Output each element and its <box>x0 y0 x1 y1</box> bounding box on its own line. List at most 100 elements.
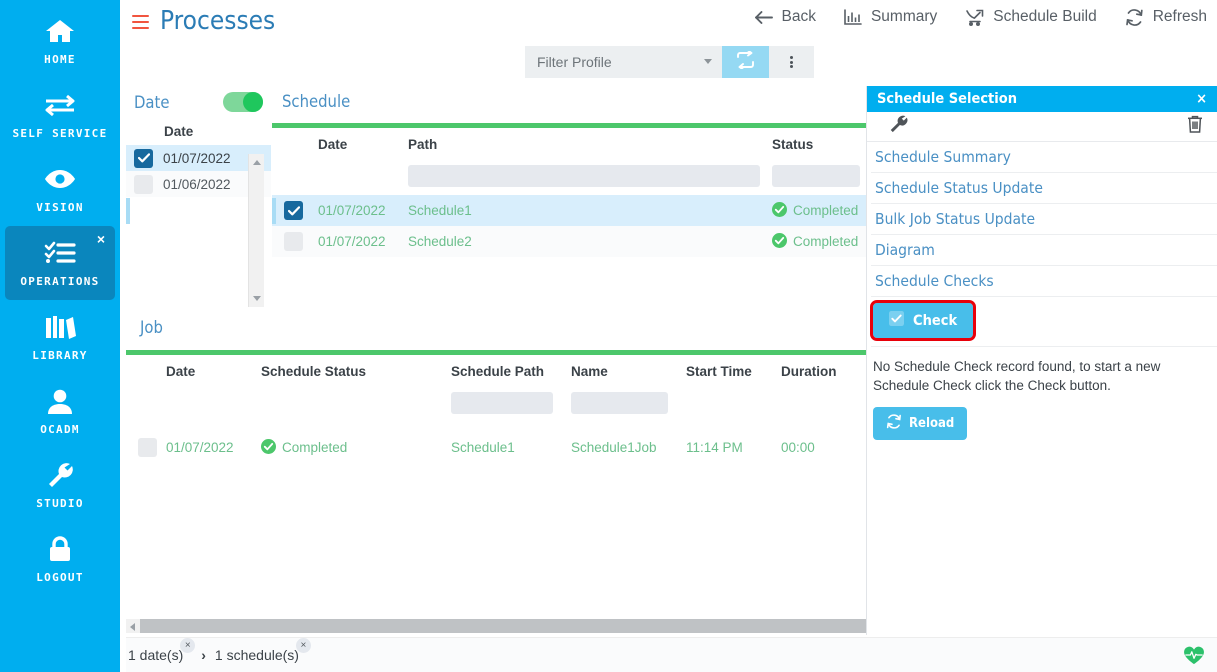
left-sidebar: HOME SELF SERVICE VISION × OPERATIONS LI… <box>0 0 120 672</box>
link-schedule-summary[interactable]: Schedule Summary <box>871 142 1217 173</box>
table-row[interactable]: 01/07/2022 Schedule2 Completed <box>272 226 866 257</box>
heartbeat-icon[interactable] <box>1183 646 1205 670</box>
schedule-selection-panel: Schedule Selection × Schedule Summary Sc… <box>866 86 1217 635</box>
horizontal-scrollbar[interactable] <box>126 619 866 633</box>
trash-icon[interactable] <box>1187 115 1203 138</box>
table-row[interactable]: 01/07/2022 Completed Schedule1 Schedule1… <box>126 422 866 463</box>
schedule-panel: Schedule Date Path Status 01/07/2022 Sch… <box>272 86 866 308</box>
filter-profile-value: Filter Profile <box>537 54 612 70</box>
reload-button[interactable]: Reload <box>873 407 968 440</box>
schedule-status-filter-input[interactable] <box>772 165 860 187</box>
job-cell-date: 01/07/2022 <box>166 440 234 455</box>
eye-icon <box>43 164 77 194</box>
sidebar-label-home: HOME <box>44 53 76 66</box>
job-schedule-path-filter-input[interactable] <box>451 392 553 414</box>
schedule-panel-title: Schedule <box>282 92 351 111</box>
sidebar-item-studio[interactable]: STUDIO <box>5 448 115 522</box>
schedule-path-filter-input[interactable] <box>408 165 760 187</box>
link-schedule-checks[interactable]: Schedule Checks <box>871 266 1217 297</box>
schedule-selection-title: Schedule Selection <box>877 91 1018 107</box>
job-col-date[interactable]: Date <box>166 355 261 386</box>
schedule-table-header-row: Date Path Status <box>272 128 866 159</box>
more-vertical-icon <box>790 55 793 70</box>
scrollbar-thumb[interactable] <box>140 619 866 633</box>
close-icon[interactable]: × <box>97 232 105 246</box>
refresh-button[interactable]: Refresh <box>1125 8 1207 26</box>
page-header: Processes Back Summary Schedule Build Re… <box>120 0 1217 44</box>
sidebar-item-home[interactable]: HOME <box>5 4 115 78</box>
date-row-checkbox[interactable] <box>134 174 153 194</box>
job-filter-row <box>126 386 866 422</box>
back-button[interactable]: Back <box>754 8 816 26</box>
filter-more-button[interactable] <box>769 46 814 78</box>
link-diagram[interactable]: Diagram <box>871 235 1217 266</box>
job-col-duration[interactable]: Duration <box>781 355 866 386</box>
scroll-up-icon[interactable] <box>253 160 261 165</box>
sidebar-label-self-service: SELF SERVICE <box>12 127 108 140</box>
sidebar-item-vision[interactable]: VISION <box>5 152 115 226</box>
summary-label: Summary <box>870 8 938 25</box>
schedule-col-path[interactable]: Path <box>408 128 772 159</box>
schedule-row-checkbox[interactable] <box>284 201 303 220</box>
checkbox-icon <box>889 311 904 330</box>
scroll-down-icon[interactable] <box>253 296 261 301</box>
sidebar-item-logout[interactable]: LOGOUT <box>5 522 115 596</box>
check-button[interactable]: Check <box>869 300 977 341</box>
status-check-icon <box>261 438 276 457</box>
schedule-check-message: No Schedule Check record found, to start… <box>873 359 1161 393</box>
close-icon[interactable]: × <box>180 638 196 653</box>
checklist-icon <box>44 238 76 268</box>
job-row-checkbox[interactable] <box>138 438 157 457</box>
link-bulk-job-status-update[interactable]: Bulk Job Status Update <box>871 204 1217 235</box>
user-icon <box>46 386 74 416</box>
reload-icon <box>886 414 902 433</box>
job-col-start-time[interactable]: Start Time <box>686 355 781 386</box>
date-panel-scrollbar[interactable] <box>248 154 264 307</box>
date-row-checkbox[interactable] <box>134 148 153 168</box>
filter-refresh-button[interactable] <box>722 46 769 78</box>
schedule-cell-status: Completed <box>793 234 859 249</box>
job-name-filter-input[interactable] <box>571 392 668 414</box>
filter-profile-select[interactable]: Filter Profile <box>525 46 722 78</box>
sidebar-label-logout: LOGOUT <box>36 571 84 584</box>
breadcrumb: 1 date(s) × › 1 schedule(s) × <box>126 637 1217 672</box>
date-panel-toggle[interactable] <box>223 92 263 112</box>
date-row-value: 01/06/2022 <box>163 176 231 192</box>
close-icon[interactable]: × <box>1196 91 1207 107</box>
job-table: Date Schedule Status Schedule Path Name … <box>126 355 866 463</box>
schedule-row-checkbox[interactable] <box>284 232 303 251</box>
table-row[interactable]: 01/07/2022 Schedule1 Completed <box>272 195 866 226</box>
sidebar-item-operations[interactable]: × OPERATIONS <box>5 226 115 300</box>
schedule-col-status[interactable]: Status <box>772 128 866 159</box>
filter-bar: Filter Profile <box>525 46 814 78</box>
sidebar-item-ocadm[interactable]: OCADM <box>5 374 115 448</box>
sidebar-item-library[interactable]: LIBRARY <box>5 300 115 374</box>
job-table-header-row: Date Schedule Status Schedule Path Name … <box>126 355 866 386</box>
job-cell-schedule-status: Completed <box>282 440 348 455</box>
schedule-cell-date: 01/07/2022 <box>318 234 386 249</box>
job-col-schedule-status[interactable]: Schedule Status <box>261 355 451 386</box>
sidebar-label-studio: STUDIO <box>36 497 84 510</box>
close-icon[interactable]: × <box>295 638 311 653</box>
sidebar-item-self-service[interactable]: SELF SERVICE <box>5 78 115 152</box>
wrench-icon <box>46 460 74 490</box>
date-row-value: 01/07/2022 <box>163 150 231 166</box>
schedule-cell-path: Schedule2 <box>408 234 472 249</box>
breadcrumb-item-dates[interactable]: 1 date(s) × <box>128 638 196 663</box>
chevron-down-icon <box>704 59 712 64</box>
schedule-cell-path: Schedule1 <box>408 203 472 218</box>
job-panel-title: Job <box>140 318 163 337</box>
breadcrumb-item-schedules[interactable]: 1 schedule(s) × <box>214 638 311 663</box>
link-schedule-status-update[interactable]: Schedule Status Update <box>871 173 1217 204</box>
schedule-col-date[interactable]: Date <box>318 128 408 159</box>
app-root: HOME SELF SERVICE VISION × OPERATIONS LI… <box>0 0 1217 672</box>
page-title: Processes <box>160 6 276 36</box>
schedule-build-button[interactable]: Schedule Build <box>965 8 1097 26</box>
summary-button[interactable]: Summary <box>844 8 937 26</box>
hamburger-icon[interactable] <box>132 15 149 29</box>
job-col-schedule-path[interactable]: Schedule Path <box>451 355 571 386</box>
scroll-left-icon[interactable] <box>130 623 135 631</box>
wrench-icon[interactable] <box>889 115 908 138</box>
breadcrumb-schedules-label: 1 schedule(s) <box>214 647 299 663</box>
job-col-name[interactable]: Name <box>571 355 686 386</box>
